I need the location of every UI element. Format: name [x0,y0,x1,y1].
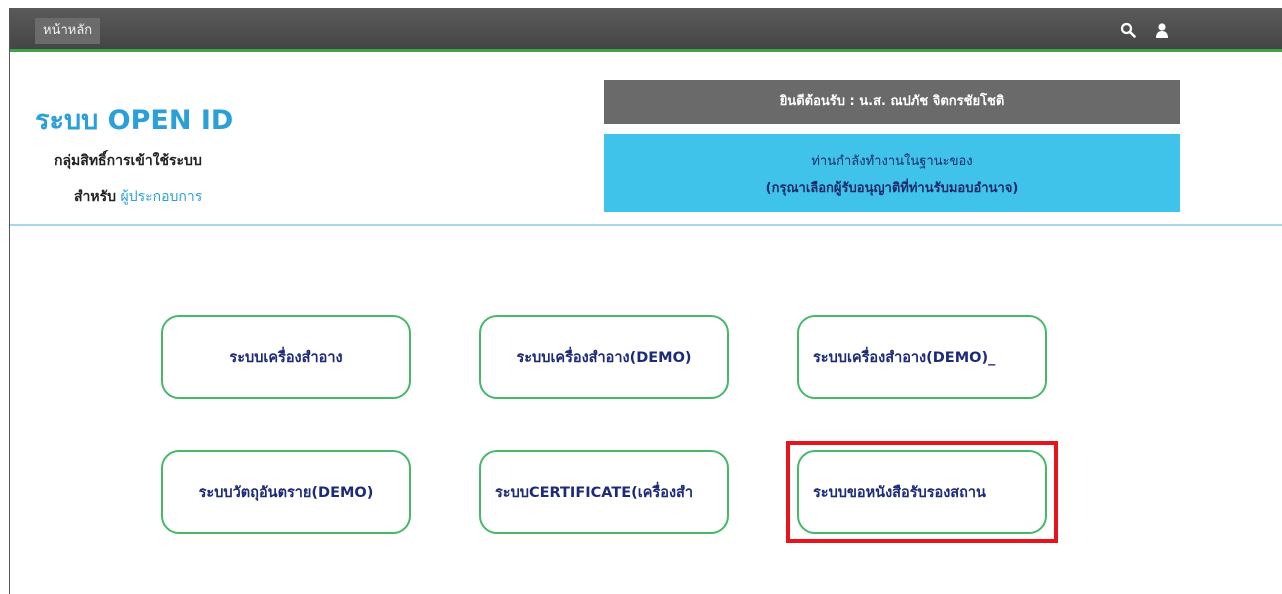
for-label: สำหรับ [74,189,117,205]
role-selector-box[interactable]: ท่านกำลังทำงานในฐานะของ (กรุณาเลือกผู้รั… [604,134,1180,212]
access-group-label: กลุ่มสิทธิ์การเข้าใช้ระบบ [54,153,202,169]
system-button-certificate[interactable]: ระบบCERTIFICATE(เครื่องสำ [479,450,729,534]
system-button-label: ระบบเครื่องสำอาง(DEMO) [516,349,692,366]
app-frame: หน้าหลัก ระบบ OPEN ID กลุ่มสิทธิ์การเข้า… [9,8,1282,594]
system-button-cosmetics-demo[interactable]: ระบบเครื่องสำอาง(DEMO) [479,315,729,399]
system-button-cosmetics-demo-2[interactable]: ระบบเครื่องสำอาง(DEMO)_ [797,315,1047,399]
system-button-label: ระบบเครื่องสำอาง [229,349,343,366]
home-tab[interactable]: หน้าหลัก [35,18,101,44]
system-button-hazardous-demo[interactable]: ระบบวัตถุอันตราย(DEMO) [161,450,411,534]
system-button-label: ระบบวัตถุอันตราย(DEMO) [198,484,374,501]
welcome-banner: ยินดีต้อนรับ : น.ส. ณปภัช จิตกรชัยโชติ [604,80,1180,124]
system-button-cosmetics[interactable]: ระบบเครื่องสำอาง [161,315,411,399]
system-button-label: ระบบเครื่องสำอาง(DEMO)_ [813,349,996,366]
highlight-box [786,441,1058,543]
page-title: ระบบ OPEN ID [35,105,234,136]
for-value-link[interactable]: ผู้ประกอบการ [121,189,203,205]
search-icon[interactable] [1120,22,1136,38]
user-icon[interactable] [1154,22,1170,38]
system-button-label: ระบบCERTIFICATE(เครื่องสำ [495,484,694,501]
role-line2: (กรุณาเลือกผู้รับอนุญาติที่ท่านรับมอบอำน… [765,181,1019,196]
header-divider [10,224,1282,226]
role-line1: ท่านกำลังทำงานในฐานะของ [811,154,973,169]
top-navbar: หน้าหลัก [10,8,1282,52]
for-line: สำหรับ ผู้ประกอบการ [74,186,202,208]
